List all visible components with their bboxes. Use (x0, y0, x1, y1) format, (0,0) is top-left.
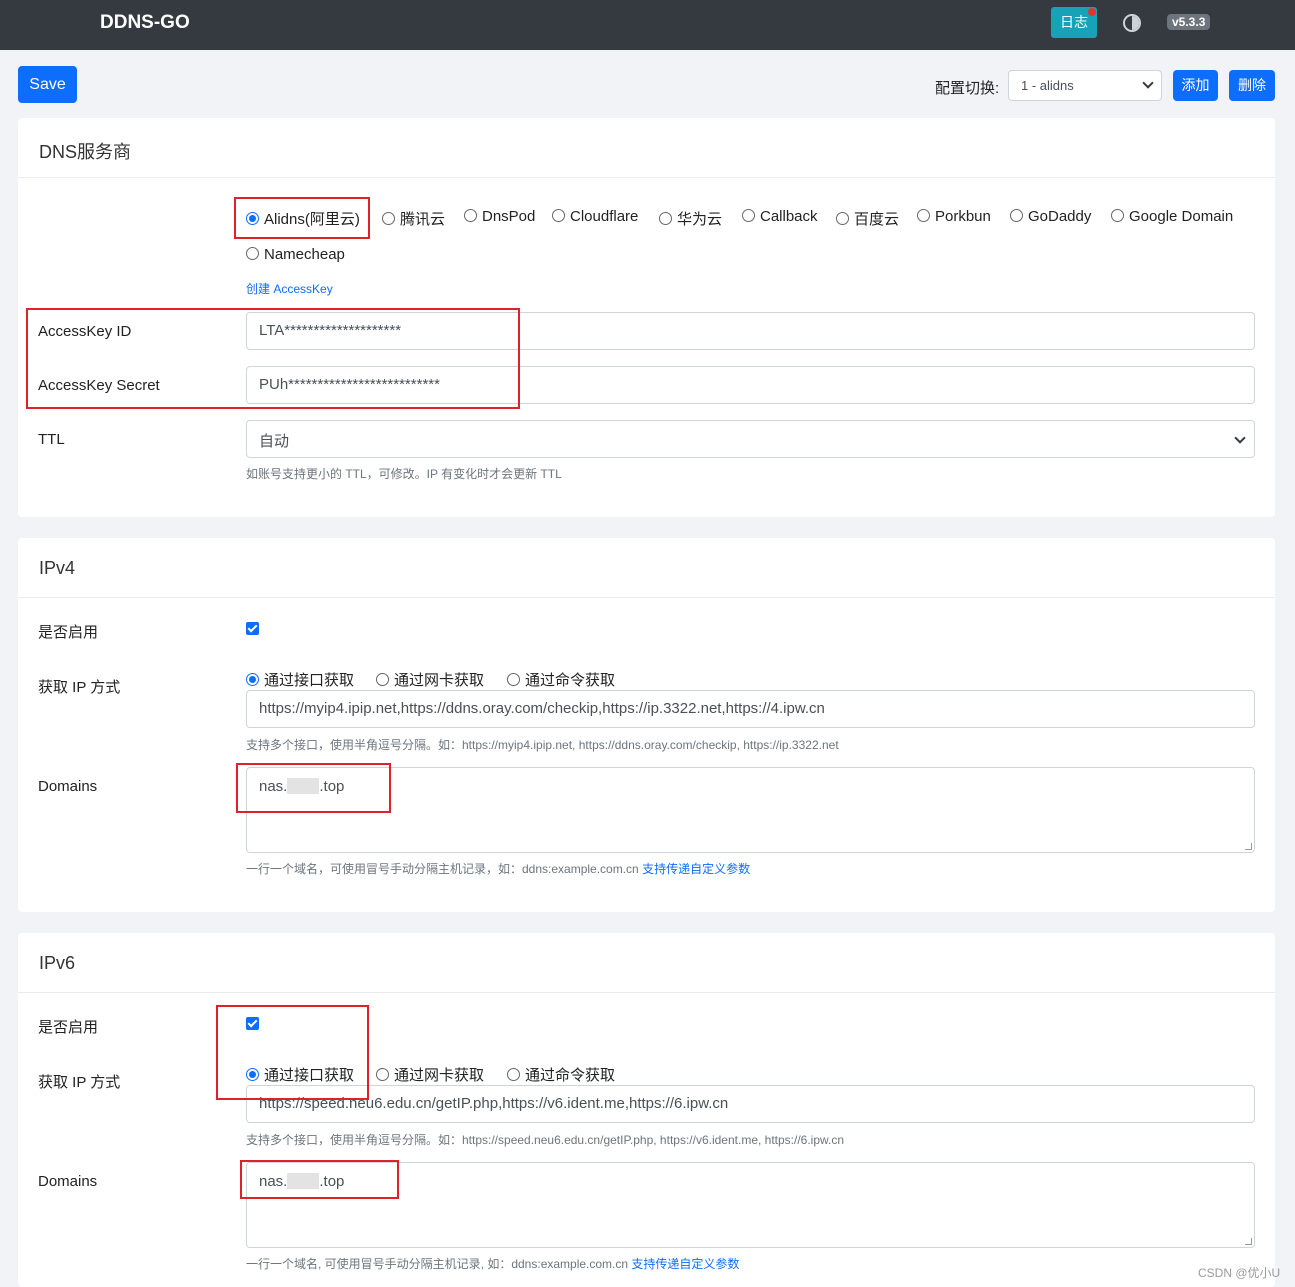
ipv6-enable-label: 是否启用 (38, 1019, 99, 1036)
resize-handle-icon[interactable] (1245, 1238, 1252, 1245)
ipv4-domains-textarea[interactable]: nas. .top (246, 767, 1255, 853)
custom-params-link[interactable]: 支持传递自定义参数 (642, 862, 750, 876)
radio-circle (836, 212, 849, 225)
notification-dot (1088, 8, 1096, 16)
provider-radio-google[interactable]: Google Domain (1111, 208, 1233, 225)
radio-label: 通过命令获取 (525, 672, 616, 689)
ipv6-domains-help: 一行一个域名, 可使用冒号手动分隔主机记录, 如：ddns:example.co… (246, 1255, 739, 1272)
ipv4-method-url-radio[interactable]: 通过接口获取 (246, 669, 354, 690)
provider-radio-callback[interactable]: Callback (742, 208, 818, 225)
ttl-help-text: 如账号支持更小的 TTL，可修改。IP 有变化时才会更新 TTL (246, 467, 562, 481)
ipv6-method-cmd-radio[interactable]: 通过命令获取 (507, 1064, 615, 1085)
provider-radio-tencent[interactable]: 腾讯云 (382, 208, 445, 229)
ipv6-card: IPv6 是否启用 获取 IP 方式 通过接口获取 通过网卡获取 通过命令获取 … (18, 933, 1275, 1287)
ipv4-url-help: 支持多个接口，使用半角逗号分隔。如：https://myip4.ipip.net… (246, 738, 839, 752)
card-title: IPv6 (39, 953, 76, 973)
radio-label: Google Domain (1129, 208, 1234, 225)
radio-label: 百度云 (854, 211, 900, 228)
chevron-down-icon (1142, 77, 1154, 89)
radio-label: Porkbun (935, 208, 991, 225)
config-switch-value: 1 - alidns (1021, 78, 1074, 93)
card-header: IPv6 (18, 933, 1275, 993)
radio-circle (1111, 209, 1124, 222)
ipv6-method-nic-radio[interactable]: 通过网卡获取 (376, 1064, 484, 1085)
radio-circle (1010, 209, 1023, 222)
help-text: 一行一个域名, 可使用冒号手动分隔主机记录, 如：ddns:example.co… (246, 1257, 629, 1271)
ipv6-url-help: 支持多个接口，使用半角逗号分隔。如：https://speed.neu6.edu… (246, 1133, 845, 1147)
provider-radio-namecheap[interactable]: Namecheap (246, 246, 345, 263)
radio-circle (464, 209, 477, 222)
radio-label: 通过接口获取 (264, 672, 355, 689)
watermark: CSDN @优小U (1198, 1266, 1281, 1280)
provider-radio-porkbun[interactable]: Porkbun (917, 208, 991, 225)
ipv4-domains-help: 一行一个域名，可使用冒号手动分隔主机记录，如：ddns:example.com.… (246, 860, 750, 877)
chevron-down-icon (1234, 432, 1246, 444)
radio-label: Namecheap (264, 246, 345, 263)
ipv4-card: IPv4 是否启用 获取 IP 方式 通过接口获取 通过网卡获取 通过命令获取 … (18, 538, 1275, 912)
delete-config-button[interactable]: 删除 (1229, 70, 1275, 101)
radio-circle (552, 209, 565, 222)
ipv6-domains-label: Domains (38, 1173, 98, 1190)
radio-circle (382, 212, 395, 225)
radio-label: 华为云 (677, 211, 723, 228)
ipv4-method-nic-radio[interactable]: 通过网卡获取 (376, 669, 484, 690)
ipv6-method-label: 获取 IP 方式 (38, 1074, 121, 1091)
log-button[interactable]: 日志 (1051, 7, 1097, 38)
radio-circle (507, 1068, 520, 1081)
radio-circle (742, 209, 755, 222)
radio-circle (376, 673, 389, 686)
config-switch-label: 配置切换: (935, 80, 1000, 97)
annotation-box-accesskey (26, 308, 520, 409)
radio-label: 通过命令获取 (525, 1067, 616, 1084)
radio-label: Cloudflare (570, 208, 639, 225)
radio-circle (507, 673, 520, 686)
app-brand[interactable]: DDNS-GO (100, 12, 190, 34)
provider-radio-huawei[interactable]: 华为云 (659, 208, 722, 229)
card-header: IPv4 (18, 538, 1275, 598)
ttl-label: TTL (38, 431, 65, 448)
card-title: IPv4 (39, 558, 76, 578)
provider-radio-godaddy[interactable]: GoDaddy (1010, 208, 1091, 225)
radio-label: DnsPod (482, 208, 536, 225)
ttl-select-value: 自动 (259, 433, 290, 450)
radio-label: Callback (760, 208, 818, 225)
provider-radio-dnspod[interactable]: DnsPod (464, 208, 535, 225)
radio-label: 腾讯云 (400, 211, 446, 228)
resize-handle-icon[interactable] (1245, 843, 1252, 850)
log-button-label: 日志 (1060, 14, 1088, 30)
ipv4-domains-label: Domains (38, 778, 98, 795)
card-header: DNS服务商 (18, 118, 1275, 178)
ipv4-url-input[interactable]: https://myip4.ipip.net,https://ddns.oray… (246, 690, 1255, 728)
radio-label: 通过网卡获取 (394, 672, 485, 689)
radio-circle (917, 209, 930, 222)
ipv4-method-cmd-radio[interactable]: 通过命令获取 (507, 669, 615, 690)
config-switch-select[interactable]: 1 - alidns (1008, 70, 1162, 101)
ipv6-url-input[interactable]: https://speed.neu6.edu.cn/getIP.php,http… (246, 1085, 1255, 1123)
create-accesskey-link[interactable]: 创建 AccessKey (246, 280, 333, 297)
help-text: 一行一个域名，可使用冒号手动分隔主机记录，如：ddns:example.com.… (246, 862, 639, 876)
ipv4-method-label: 获取 IP 方式 (38, 679, 121, 696)
top-navbar: DDNS-GO 日志 v5.3.3 (0, 0, 1295, 50)
radio-label: GoDaddy (1028, 208, 1092, 225)
radio-circle (376, 1068, 389, 1081)
annotation-box-ipv6-domain (240, 1160, 399, 1199)
ttl-select[interactable]: 自动 (246, 420, 1255, 458)
radio-circle (246, 673, 259, 686)
provider-radio-baidu[interactable]: 百度云 (836, 208, 899, 229)
radio-circle (659, 212, 672, 225)
add-config-button[interactable]: 添加 (1173, 70, 1218, 101)
version-badge: v5.3.3 (1167, 14, 1211, 30)
custom-params-link[interactable]: 支持传递自定义参数 (631, 1257, 739, 1271)
annotation-box-provider (234, 197, 370, 239)
ipv4-enable-label: 是否启用 (38, 624, 99, 641)
card-title: DNS服务商 (39, 142, 132, 162)
provider-radio-cloudflare[interactable]: Cloudflare (552, 208, 638, 225)
annotation-box-ipv4-domain (236, 763, 391, 813)
radio-circle (246, 247, 259, 260)
half-circle-icon[interactable] (1122, 13, 1142, 33)
save-button[interactable]: Save (18, 66, 77, 103)
ipv4-enable-checkbox[interactable] (246, 622, 259, 635)
radio-label: 通过网卡获取 (394, 1067, 485, 1084)
annotation-box-ipv6-enable (216, 1005, 369, 1100)
